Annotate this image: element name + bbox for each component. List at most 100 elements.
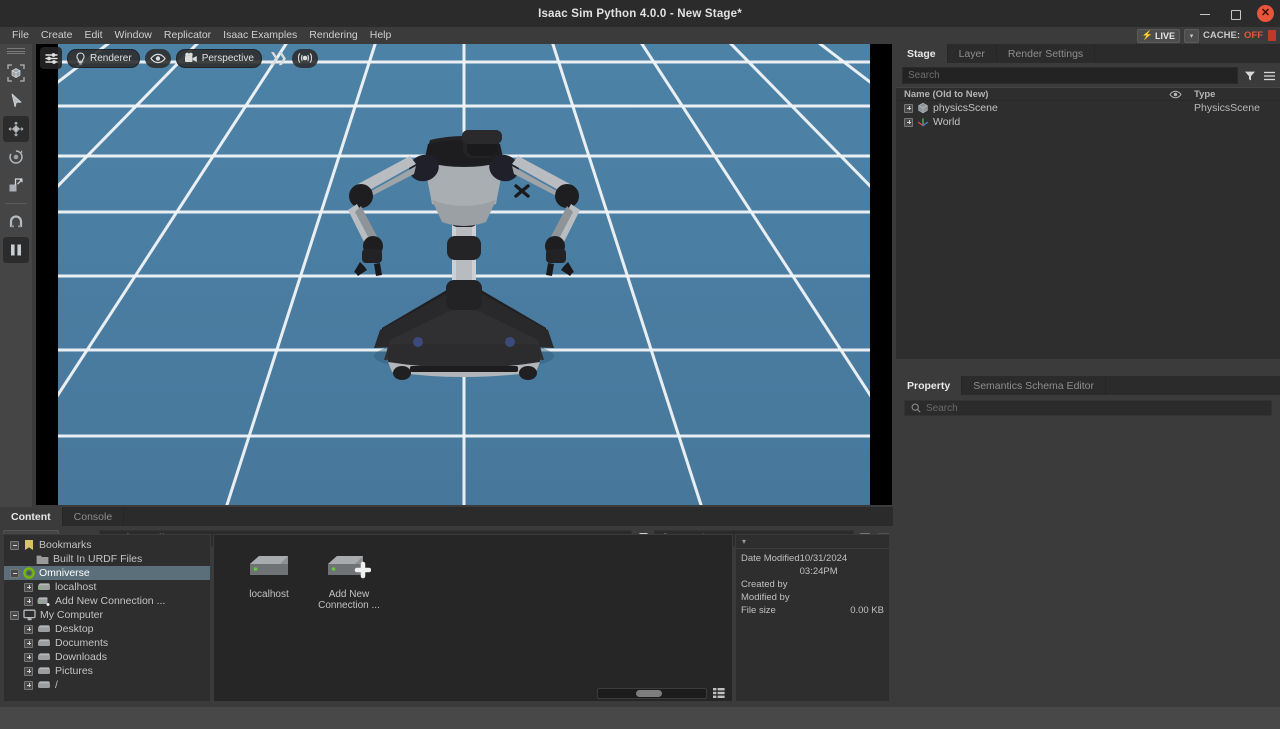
list-item-label: Downloads bbox=[55, 651, 107, 663]
snap-tool-button[interactable] bbox=[3, 209, 29, 235]
list-item-label: My Computer bbox=[40, 609, 103, 621]
close-button[interactable]: ✕ bbox=[1257, 5, 1274, 22]
expander-icon[interactable] bbox=[10, 611, 19, 620]
list-item[interactable]: Omniverse bbox=[4, 566, 210, 580]
drive-icon bbox=[37, 638, 51, 648]
expander-icon[interactable] bbox=[24, 681, 33, 690]
stage-tree-header: Name (Old to New) Type bbox=[896, 87, 1280, 101]
expander-icon[interactable] bbox=[904, 118, 913, 127]
column-name[interactable]: Name (Old to New) bbox=[904, 89, 1162, 100]
view-mode-toggle[interactable] bbox=[712, 686, 726, 701]
tab-stage[interactable]: Stage bbox=[896, 44, 948, 63]
rendered-scene[interactable] bbox=[58, 44, 870, 505]
content-tile-add-new-connection[interactable]: Add New Connection ... bbox=[318, 553, 380, 611]
isaac-sim-window: Isaac Sim Python 4.0.0 - New Stage* ✕ Fi… bbox=[0, 0, 1280, 729]
rotate-tool-button[interactable] bbox=[3, 144, 29, 170]
list-item-label: Desktop bbox=[55, 623, 94, 635]
live-badge[interactable]: ⚡ LIVE bbox=[1137, 29, 1180, 43]
list-item[interactable]: / bbox=[4, 678, 210, 692]
grip-icon[interactable] bbox=[7, 47, 25, 55]
property-search-input[interactable]: Search bbox=[904, 400, 1272, 416]
list-item[interactable]: Pictures bbox=[4, 664, 210, 678]
slider-knob[interactable] bbox=[636, 690, 662, 697]
pointer-tool-button[interactable] bbox=[3, 88, 29, 114]
expander-icon[interactable] bbox=[10, 569, 19, 578]
table-row[interactable]: World bbox=[896, 115, 1280, 129]
details-collapse-button[interactable]: ▾ bbox=[736, 535, 889, 549]
expander-icon[interactable] bbox=[24, 583, 33, 592]
renderer-selector[interactable]: Renderer bbox=[67, 49, 140, 68]
viewport-settings-button[interactable] bbox=[40, 47, 62, 69]
lightning-bolt-icon: ⚡ bbox=[1142, 30, 1153, 41]
list-item-label: localhost bbox=[55, 581, 96, 593]
content-grid[interactable]: localhost Add New Connection ... bbox=[213, 534, 733, 702]
menu-edit[interactable]: Edit bbox=[78, 27, 108, 44]
list-item[interactable]: Downloads bbox=[4, 650, 210, 664]
stage-search-input[interactable]: Search bbox=[902, 67, 1238, 84]
expander-icon[interactable] bbox=[904, 104, 913, 113]
content-tile-localhost[interactable]: localhost bbox=[238, 553, 300, 611]
expander-icon[interactable] bbox=[24, 639, 33, 648]
list-item[interactable]: localhost bbox=[4, 580, 210, 594]
lighting-mode-button[interactable] bbox=[292, 49, 318, 68]
menu-isaac-examples[interactable]: Isaac Examples bbox=[217, 27, 303, 44]
move-tool-button[interactable] bbox=[3, 116, 29, 142]
list-item[interactable]: Bookmarks bbox=[4, 538, 210, 552]
tab-console[interactable]: Console bbox=[63, 507, 125, 526]
maximize-button[interactable] bbox=[1227, 6, 1243, 22]
pause-tool-button[interactable] bbox=[3, 237, 29, 263]
expander-icon[interactable] bbox=[24, 653, 33, 662]
minimize-button[interactable] bbox=[1197, 6, 1213, 22]
tile-label: localhost bbox=[249, 589, 288, 600]
tab-semantics-schema-editor[interactable]: Semantics Schema Editor bbox=[962, 376, 1106, 395]
list-item[interactable]: Desktop bbox=[4, 622, 210, 636]
visibility-toggle-button[interactable] bbox=[145, 49, 171, 68]
list-item[interactable]: My Computer bbox=[4, 608, 210, 622]
expander-icon[interactable] bbox=[10, 541, 19, 550]
content-browser-panel: Content Console + Import ‹ › omniverse:/… bbox=[0, 507, 893, 705]
viewport[interactable]: Renderer Perspective ❯❯ bbox=[36, 44, 892, 505]
tab-content[interactable]: Content bbox=[0, 507, 63, 526]
menu-file[interactable]: File bbox=[6, 27, 35, 44]
detail-modified-by: Modified by bbox=[741, 591, 884, 604]
expander-icon[interactable] bbox=[24, 667, 33, 676]
stage-options-button[interactable] bbox=[1262, 68, 1276, 83]
list-item[interactable]: Built In URDF Files bbox=[4, 552, 210, 566]
live-dropdown-button[interactable]: ▾ bbox=[1184, 29, 1199, 43]
viewport-toolbar: Renderer Perspective ❯❯ bbox=[40, 47, 318, 69]
menu-bar: File Create Edit Window Replicator Isaac… bbox=[0, 27, 1280, 44]
scale-tool-button[interactable] bbox=[3, 172, 29, 198]
status-bar bbox=[0, 707, 1280, 729]
expander-icon[interactable] bbox=[24, 597, 33, 606]
menu-replicator[interactable]: Replicator bbox=[158, 27, 217, 44]
thumbnail-size-slider[interactable] bbox=[597, 688, 707, 699]
table-row[interactable]: physicsScene PhysicsScene bbox=[896, 101, 1280, 115]
stage-filter-button[interactable] bbox=[1243, 68, 1257, 83]
menu-rendering[interactable]: Rendering bbox=[303, 27, 363, 44]
content-tree[interactable]: Bookmarks Built In URDF Files Omniverse bbox=[3, 534, 211, 702]
menu-create[interactable]: Create bbox=[35, 27, 79, 44]
expander-icon[interactable] bbox=[24, 625, 33, 634]
title-bar: Isaac Sim Python 4.0.0 - New Stage* ✕ bbox=[0, 0, 1280, 27]
cache-disabled-icon bbox=[1268, 30, 1276, 41]
content-tiles: localhost Add New Connection ... bbox=[214, 535, 732, 611]
folder-icon bbox=[36, 554, 49, 565]
menu-help[interactable]: Help bbox=[364, 27, 398, 44]
hamburger-menu-icon bbox=[1263, 70, 1276, 82]
rotate-gizmo-icon bbox=[7, 148, 25, 166]
column-type[interactable]: Type bbox=[1188, 89, 1280, 100]
list-item[interactable]: Documents bbox=[4, 636, 210, 650]
list-item-label: / bbox=[55, 679, 58, 691]
select-tool-button[interactable] bbox=[3, 60, 29, 86]
detail-file-size: File size 0.00 KB bbox=[741, 604, 884, 617]
tab-property[interactable]: Property bbox=[896, 376, 962, 395]
camera-selector[interactable]: Perspective bbox=[176, 49, 262, 68]
tab-layer[interactable]: Layer bbox=[948, 44, 997, 63]
stage-tree[interactable]: physicsScene PhysicsScene World bbox=[896, 101, 1280, 359]
property-panel-tabs: Property Semantics Schema Editor bbox=[896, 376, 1280, 395]
toolbar-expand-chevrons[interactable]: ❯❯ bbox=[267, 50, 287, 66]
list-item[interactable]: Add New Connection ... bbox=[4, 594, 210, 608]
tab-render-settings[interactable]: Render Settings bbox=[997, 44, 1095, 63]
tile-label: Add New Connection ... bbox=[318, 589, 380, 611]
menu-window[interactable]: Window bbox=[109, 27, 158, 44]
